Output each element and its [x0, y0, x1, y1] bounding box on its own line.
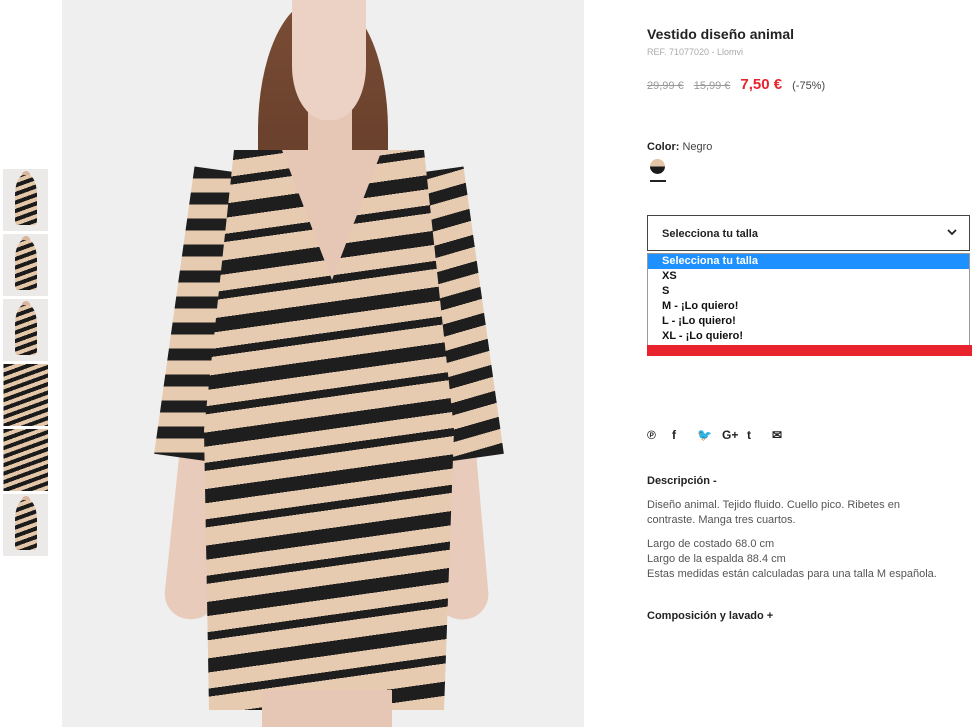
- add-to-cart-bar[interactable]: [647, 345, 972, 356]
- main-product-image[interactable]: [62, 0, 584, 727]
- size-option[interactable]: S: [648, 284, 969, 299]
- color-label: Color: Negro: [647, 141, 712, 153]
- pinterest-icon[interactable]: ℗: [647, 428, 672, 442]
- description-line: Diseño animal. Tejido fluido. Cuello pic…: [647, 499, 900, 511]
- thumbnail-5[interactable]: [3, 429, 48, 491]
- description-line: contraste. Manga tres cuartos.: [647, 514, 796, 526]
- measurements-text: Largo de costado 68.0 cm Largo de la esp…: [647, 537, 937, 582]
- tumblr-icon[interactable]: t: [747, 428, 772, 442]
- measurement-line: Largo de la espalda 88.4 cm: [647, 553, 786, 565]
- color-label-key: Color:: [647, 141, 680, 153]
- price-row: 29,99 € 15,99 € 7,50 € (-75%): [647, 76, 825, 93]
- measurement-line: Largo de costado 68.0 cm: [647, 538, 775, 550]
- facebook-icon[interactable]: f: [672, 428, 697, 442]
- size-option[interactable]: M - ¡Lo quiero!: [648, 299, 969, 314]
- thumbnail-3[interactable]: [3, 299, 48, 361]
- share-icons: ℗ f 🐦 G+ t ✉: [647, 428, 797, 442]
- description-toggle[interactable]: Descripción -: [647, 475, 717, 487]
- size-option[interactable]: Selecciona tu talla: [648, 254, 969, 269]
- email-icon[interactable]: ✉: [772, 428, 797, 442]
- previous-price: 15,99 €: [693, 80, 731, 92]
- twitter-icon[interactable]: 🐦: [697, 428, 722, 442]
- original-price: 29,99 €: [647, 80, 684, 92]
- google-plus-icon[interactable]: G+: [722, 428, 747, 442]
- size-select-value: Selecciona tu talla: [662, 228, 758, 240]
- discount-badge: (-75%): [792, 80, 826, 92]
- thumbnail-6[interactable]: [3, 494, 48, 556]
- product-title: Vestido diseño animal: [647, 26, 795, 42]
- thumbnail-1[interactable]: [3, 169, 48, 231]
- description-text: Diseño animal. Tejido fluido. Cuello pic…: [647, 498, 900, 528]
- thumbnail-4[interactable]: [3, 364, 48, 426]
- product-ref: REF. 71077020 - Llomvi: [647, 47, 744, 57]
- size-select[interactable]: Selecciona tu talla: [647, 215, 970, 251]
- size-option[interactable]: XS: [648, 269, 969, 284]
- chevron-down-icon: [947, 229, 957, 236]
- size-options-list: Selecciona tu talla XS S M - ¡Lo quiero!…: [647, 253, 970, 353]
- sale-price: 7,50 €: [740, 76, 783, 93]
- color-value: Negro: [682, 141, 713, 153]
- composition-toggle[interactable]: Composición y lavado +: [647, 610, 773, 622]
- swatch-selected-indicator: [650, 180, 666, 182]
- measurement-line: Estas medidas están calculadas para una …: [647, 568, 937, 580]
- size-option[interactable]: L - ¡Lo quiero!: [648, 314, 969, 329]
- size-option[interactable]: XL - ¡Lo quiero!: [648, 329, 969, 344]
- thumbnail-strip: [3, 169, 48, 559]
- color-swatch-negro[interactable]: [650, 159, 665, 174]
- thumbnail-2[interactable]: [3, 234, 48, 296]
